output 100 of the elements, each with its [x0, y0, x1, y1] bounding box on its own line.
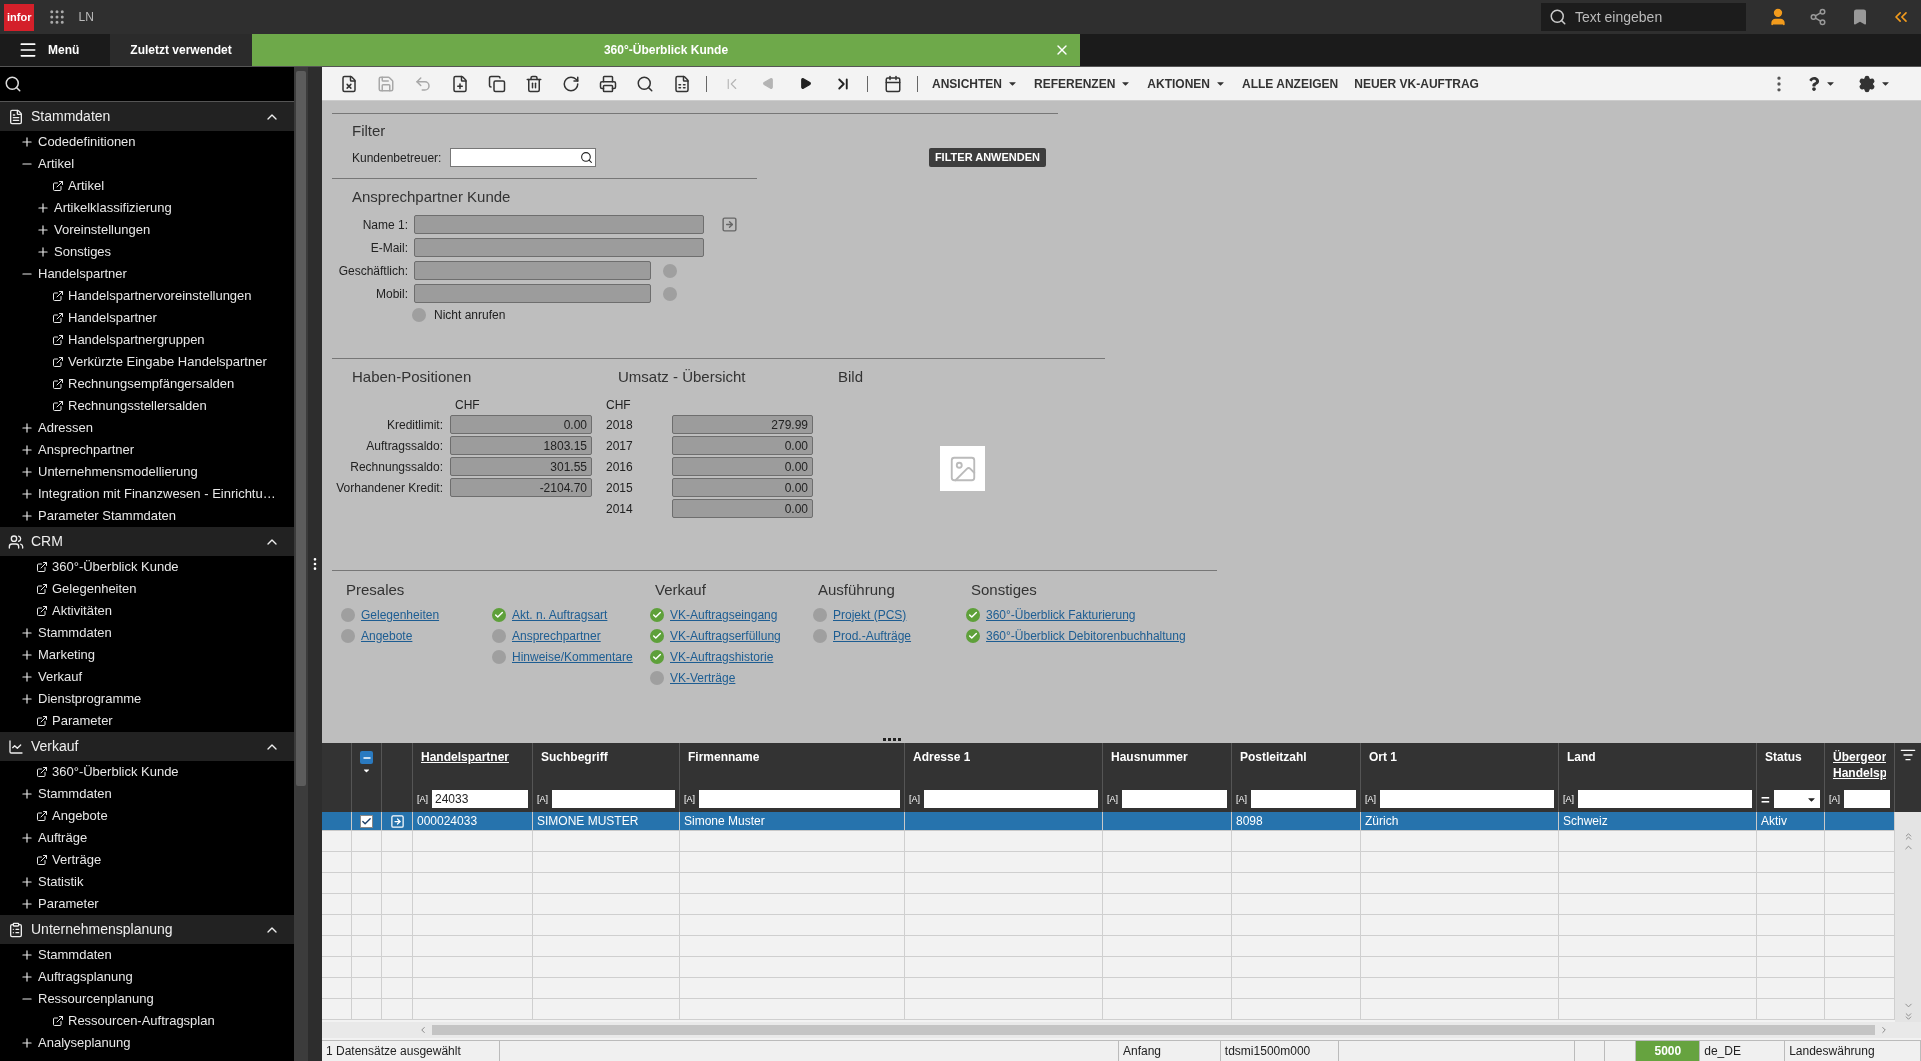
- filter-dropdown[interactable]: [1773, 790, 1820, 808]
- link[interactable]: VK-Verträge: [670, 668, 736, 687]
- filter-operator[interactable]: [A]: [1829, 794, 1840, 804]
- filter-field[interactable]: [1380, 790, 1554, 808]
- link[interactable]: VK-Auftragshistorie: [670, 647, 774, 666]
- menu-item[interactable]: Rechnungsstellersalden: [0, 395, 294, 417]
- menu-item[interactable]: 360°-Überblick Kunde: [0, 556, 294, 578]
- filter-operator[interactable]: [A]: [684, 794, 695, 804]
- menu-item[interactable]: Parameter: [0, 710, 294, 732]
- menu-item[interactable]: 360°-Überblick Kunde: [0, 761, 294, 783]
- filter-operator[interactable]: [A]: [1107, 794, 1118, 804]
- menu-item[interactable]: Auftragsplanung: [0, 966, 294, 988]
- menu-item[interactable]: Parameter: [0, 893, 294, 915]
- menu-dropdown[interactable]: REFERENZEN: [1026, 69, 1140, 98]
- expand-icon[interactable]: [36, 223, 50, 237]
- menu-item[interactable]: Verkürzte Eingabe Handelspartner: [0, 351, 294, 373]
- link[interactable]: Ansprechpartner: [512, 626, 601, 645]
- filter-operator[interactable]: [A]: [909, 794, 920, 804]
- menu-item[interactable]: Dienstprogramme: [0, 688, 294, 710]
- link[interactable]: Angebote: [361, 626, 413, 645]
- table-row[interactable]: 000024033 SIMONE MUSTER Simone Muster 8098 Zürich Schweiz Aktiv: [322, 812, 1895, 831]
- filter-field[interactable]: [552, 790, 675, 808]
- menu-item[interactable]: Stammdaten: [0, 622, 294, 644]
- filter-field[interactable]: 24033: [432, 790, 528, 808]
- amount-field[interactable]: -2104.70: [450, 478, 592, 497]
- filter-field[interactable]: [1251, 790, 1356, 808]
- amount-field[interactable]: 1803.15: [450, 436, 592, 455]
- filter-operator[interactable]: [A]: [417, 794, 428, 804]
- expand-icon[interactable]: [36, 245, 50, 259]
- resize-handle-icon[interactable]: [882, 738, 901, 741]
- link[interactable]: VK-Auftragserfüllung: [670, 626, 781, 645]
- expand-icon[interactable]: [20, 897, 34, 911]
- logo[interactable]: infor: [4, 3, 35, 31]
- filter-operator[interactable]: [A]: [1563, 794, 1574, 804]
- amount-field[interactable]: 0.00: [672, 499, 813, 518]
- expand-icon[interactable]: [20, 421, 34, 435]
- scrollbar-thumb[interactable]: [296, 71, 306, 786]
- row-checkbox[interactable]: [360, 814, 373, 828]
- link[interactable]: Hinweise/Kommentare: [512, 647, 633, 666]
- column-header[interactable]: Firmenname: [688, 749, 760, 765]
- share-icon[interactable]: [1809, 8, 1827, 26]
- filter-icon[interactable]: [1900, 747, 1916, 763]
- amount-field[interactable]: 0.00: [672, 457, 813, 476]
- tab[interactable]: Zuletzt verwendet: [110, 34, 252, 66]
- menu-item[interactable]: Gelegenheiten: [0, 578, 294, 600]
- checkbox[interactable]: [412, 308, 426, 322]
- toolbar-button[interactable]: NEUER VK-AUFTRAG: [1346, 69, 1487, 98]
- amount-field[interactable]: 279.99: [672, 415, 813, 434]
- column-header[interactable]: Suchbegriff: [541, 749, 608, 765]
- filter-field[interactable]: [1122, 790, 1227, 808]
- expand-icon[interactable]: [20, 135, 34, 149]
- link[interactable]: Akt. n. Auftragsart: [512, 605, 608, 624]
- expand-icon[interactable]: [20, 875, 34, 889]
- expand-icon[interactable]: [20, 787, 34, 801]
- menu-dropdown[interactable]: ANSICHTEN: [924, 69, 1026, 98]
- expand-icon[interactable]: [20, 443, 34, 457]
- expand-icon[interactable]: [20, 948, 34, 962]
- column-header[interactable]: Ort 1: [1369, 749, 1397, 765]
- input-field[interactable]: [414, 215, 704, 234]
- expand-icon[interactable]: [20, 970, 34, 984]
- link[interactable]: 360°-Überblick Fakturierung: [986, 605, 1136, 624]
- toolbar-button[interactable]: ALLE ANZEIGEN: [1234, 69, 1347, 98]
- filter-operator[interactable]: [A]: [537, 794, 548, 804]
- input-field[interactable]: [414, 261, 651, 280]
- menu-item[interactable]: Adressen: [0, 417, 294, 439]
- filter-operator[interactable]: =: [1761, 791, 1770, 807]
- menu-item[interactable]: Handelspartnergruppen: [0, 329, 294, 351]
- filter-field[interactable]: [1578, 790, 1752, 808]
- expand-icon[interactable]: [20, 692, 34, 706]
- amount-field[interactable]: 301.55: [450, 457, 592, 476]
- open-record-icon[interactable]: [721, 216, 738, 233]
- menu-item[interactable]: Stammdaten: [0, 944, 294, 966]
- expand-icon[interactable]: [36, 201, 50, 215]
- amount-field[interactable]: 0.00: [450, 415, 592, 434]
- user-icon[interactable]: [1768, 7, 1788, 27]
- menu-item[interactable]: Verkauf: [0, 666, 294, 688]
- expand-icon[interactable]: [20, 670, 34, 684]
- caret-icon[interactable]: [362, 766, 371, 775]
- select-all-checkbox[interactable]: [360, 751, 373, 764]
- section-header[interactable]: Stammdaten: [0, 102, 294, 131]
- app-grid-icon[interactable]: [48, 8, 67, 26]
- expand-icon[interactable]: [20, 1036, 34, 1050]
- bookmark-icon[interactable]: [1851, 8, 1869, 26]
- search-field[interactable]: Text eingeben: [1541, 3, 1746, 31]
- menu-item[interactable]: Statistik: [0, 871, 294, 893]
- menu-button[interactable]: Menü: [0, 34, 110, 66]
- expand-icon[interactable]: [20, 626, 34, 640]
- expand-icon[interactable]: [20, 465, 34, 479]
- menu-item[interactable]: Marketing: [0, 644, 294, 666]
- menu-item[interactable]: Verträge: [0, 849, 294, 871]
- expand-icon[interactable]: [20, 831, 34, 845]
- filter-operator[interactable]: [A]: [1236, 794, 1247, 804]
- menu-item[interactable]: Sonstiges: [0, 241, 294, 263]
- column-header[interactable]: Hausnummer: [1111, 749, 1188, 765]
- column-header[interactable]: Status: [1765, 749, 1802, 765]
- menu-item[interactable]: Codedefinitionen: [0, 131, 294, 153]
- menu-item[interactable]: Parameter Stammdaten: [0, 505, 294, 527]
- menu-item[interactable]: Artikelklassifizierung: [0, 197, 294, 219]
- menu-item[interactable]: Angebote: [0, 805, 294, 827]
- amount-field[interactable]: 0.00: [672, 436, 813, 455]
